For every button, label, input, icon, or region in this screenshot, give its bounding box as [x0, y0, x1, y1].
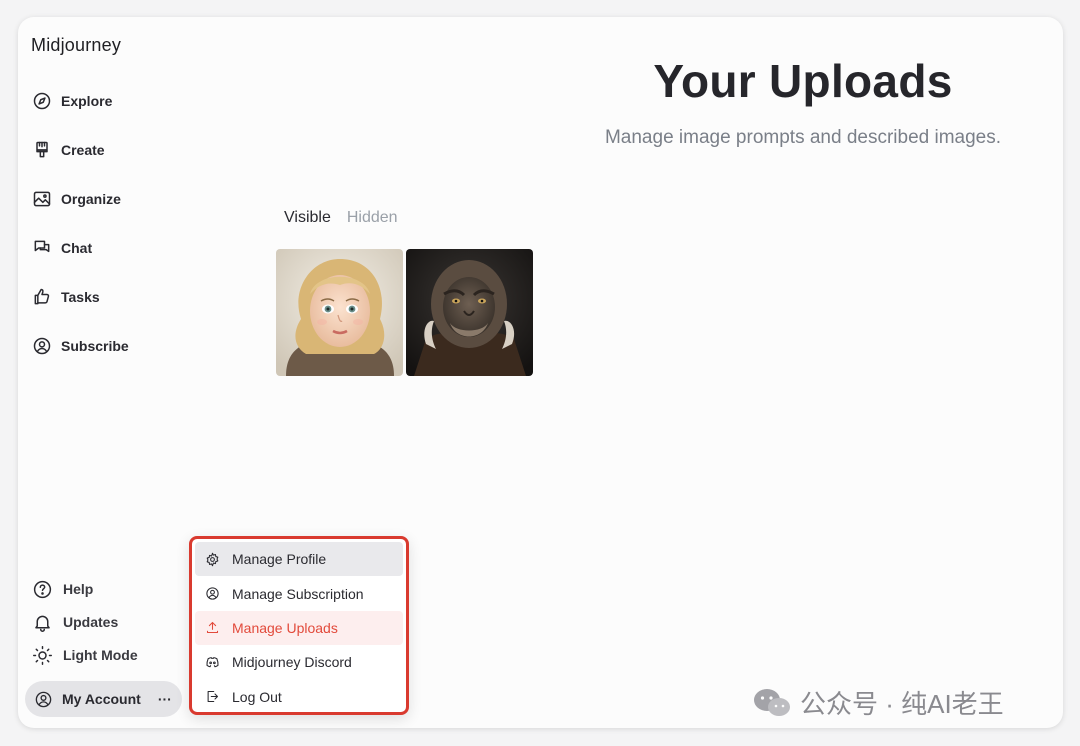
menu-item-midjourney-discord[interactable]: Midjourney Discord	[195, 645, 403, 679]
tab-visible[interactable]: Visible	[284, 209, 331, 227]
upload-tabs: Visible Hidden	[284, 209, 398, 227]
menu-item-label: Midjourney Discord	[232, 654, 352, 671]
sidebar-item-label: Explore	[61, 93, 113, 109]
compass-icon	[33, 92, 51, 110]
sidebar-item-label: Help	[63, 581, 94, 597]
menu-item-manage-uploads[interactable]: Manage Uploads	[195, 610, 403, 646]
user-circle-icon	[35, 691, 52, 707]
user-circle-icon	[206, 587, 219, 600]
tab-hidden[interactable]: Hidden	[347, 209, 398, 227]
sidebar-item-chat[interactable]: Chat	[32, 233, 92, 263]
page-title: Your Uploads	[653, 55, 953, 107]
sidebar-item-help[interactable]: Help	[32, 576, 93, 602]
menu-item-label: Log Out	[232, 688, 282, 705]
upload-thumbnail-monkey[interactable]	[406, 249, 533, 376]
sidebar-item-label: Light Mode	[63, 647, 138, 663]
account-menu: Manage Profile Manage Subscription Manag…	[189, 536, 409, 715]
menu-item-log-out[interactable]: Log Out	[195, 680, 403, 714]
menu-item-manage-profile[interactable]: Manage Profile	[195, 542, 403, 577]
watermark: 公众号 · 纯AI老王	[752, 684, 1004, 721]
sidebar-item-label: Updates	[63, 614, 119, 630]
sidebar-item-organize[interactable]: Organize	[32, 184, 121, 214]
bell-icon	[35, 615, 50, 632]
sidebar-item-updates[interactable]: Updates	[32, 609, 118, 635]
sidebar-item-label: Organize	[61, 191, 121, 207]
chat-icon	[34, 240, 50, 253]
user-circle-icon	[33, 337, 51, 355]
upload-icon	[206, 622, 219, 634]
sidebar-item-tasks[interactable]: Tasks	[32, 282, 100, 312]
menu-item-label: Manage Profile	[232, 551, 327, 568]
upload-thumbnail-girl[interactable]	[276, 249, 403, 376]
sun-icon	[33, 645, 52, 665]
wechat-icon	[754, 688, 790, 716]
sidebar-item-label: Tasks	[61, 289, 100, 305]
watermark-text: 公众号 · 纯AI老王	[800, 689, 1004, 719]
brand-logo: Midjourney	[31, 35, 122, 55]
sidebar-item-label: Subscribe	[61, 338, 129, 354]
sidebar-item-create[interactable]: Create	[32, 135, 105, 165]
menu-item-label: Manage Uploads	[232, 619, 338, 636]
sidebar-item-subscribe[interactable]: Subscribe	[32, 331, 129, 361]
sidebar-item-explore[interactable]: Explore	[32, 86, 112, 116]
logout-icon	[207, 691, 219, 703]
menu-item-manage-subscription[interactable]: Manage Subscription	[195, 576, 403, 610]
sidebar-item-label: Create	[61, 142, 105, 158]
more-icon[interactable]: ···	[158, 691, 172, 707]
thumbs-up-icon	[34, 288, 50, 305]
sidebar-item-label: Chat	[61, 240, 93, 256]
brush-icon	[36, 141, 48, 158]
girl-portrait-image	[276, 249, 403, 376]
page-subtitle: Manage image prompts and described image…	[604, 127, 1002, 148]
discord-icon	[206, 656, 219, 668]
menu-item-label: Manage Subscription	[232, 585, 364, 602]
sidebar-item-light-mode[interactable]: Light Mode	[32, 642, 138, 668]
monkey-warrior-image	[406, 249, 533, 376]
gear-icon	[206, 552, 219, 566]
account-label: My Account	[62, 691, 141, 707]
image-icon	[33, 191, 51, 207]
question-icon	[33, 580, 52, 598]
app-window: Midjourney Explore Create Organize Chat …	[18, 17, 1063, 728]
my-account-button[interactable]: My Account ···	[25, 681, 182, 717]
